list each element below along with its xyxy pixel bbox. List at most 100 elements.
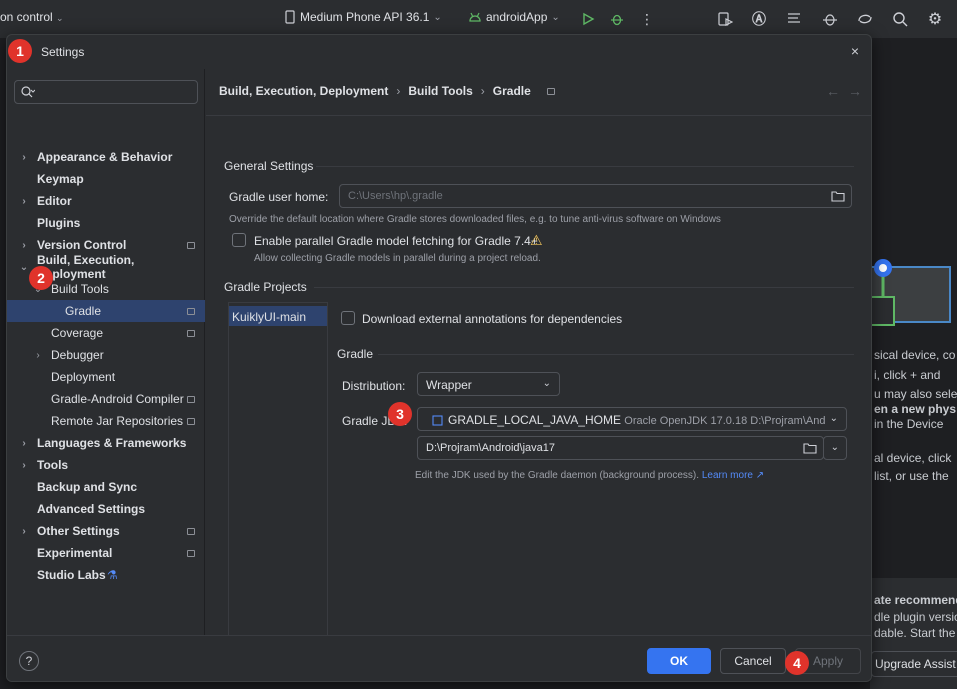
sidebar-item-tools[interactable]: › Tools (7, 454, 205, 476)
gradle-sync-icon[interactable] (854, 8, 876, 30)
cancel-button[interactable]: Cancel (720, 648, 786, 674)
flask-icon: ⚗ (107, 568, 118, 582)
parallel-fetching-checkbox[interactable] (232, 233, 246, 247)
more-actions-icon[interactable]: ⋮ (636, 8, 658, 30)
translate-icon[interactable]: Ⓐ (748, 8, 770, 30)
run-icon[interactable] (577, 8, 599, 30)
learn-more-link[interactable]: Learn more ↗ (702, 470, 764, 481)
gradle-section-title: Gradle (337, 347, 374, 361)
sidebar-item-editor[interactable]: › Editor (7, 190, 205, 212)
sidebar-item-label: Tools (37, 458, 69, 472)
jdk-detail: Oracle OpenJDK 17.0.18 D:\Projram\Androi (624, 415, 838, 427)
device-manager-icon[interactable] (714, 8, 736, 30)
sidebar-item-backup-sync[interactable]: Backup and Sync (7, 476, 205, 498)
sidebar-item-plugins[interactable]: Plugins (7, 212, 205, 234)
search-icon[interactable] (889, 8, 911, 30)
background-text: en a new phys (874, 402, 957, 416)
gear-icon[interactable]: ⚙ (924, 8, 946, 30)
debug-icon[interactable] (606, 8, 628, 30)
parallel-fetching-label: Enable parallel Gradle model fetching fo… (254, 234, 538, 248)
sidebar-item-remote-jar[interactable]: Remote Jar Repositories (7, 410, 205, 432)
sidebar-item-studio-labs[interactable]: Studio Labs ⚗ (7, 564, 205, 586)
sidebar-item-experimental[interactable]: Experimental (7, 542, 205, 564)
sidebar-item-label: Gradle (65, 304, 102, 318)
sidebar-item-coverage[interactable]: Coverage (7, 322, 205, 344)
download-annotations-checkbox[interactable] (341, 311, 355, 325)
project-level-icon (187, 527, 195, 535)
chevron-right-icon: › (22, 195, 26, 207)
sidebar-item-label: Other Settings (37, 524, 120, 538)
section-divider (378, 354, 854, 355)
android-icon (469, 12, 481, 22)
sidebar-item-label: Studio Labs (37, 568, 106, 582)
step-badge: 3 (388, 402, 412, 426)
device-illustration (870, 250, 957, 330)
step-badge: 2 (29, 266, 53, 290)
jdk-path-field[interactable]: D:\Projram\Android\java17 (417, 436, 824, 460)
chevron-right-icon: › (22, 437, 26, 449)
general-settings-title: General Settings (224, 159, 314, 173)
breadcrumb-separator: › (396, 84, 401, 98)
ok-button[interactable]: OK (647, 648, 711, 674)
sidebar-item-keymap[interactable]: Keymap (7, 168, 205, 190)
upgrade-assistant-button[interactable]: Upgrade Assist (871, 651, 957, 677)
background-text: sical device, co (874, 348, 956, 362)
settings-sidebar: › Appearance & Behavior Keymap › Editor … (7, 69, 205, 635)
chevron-down-icon: ⌄ (825, 413, 838, 424)
project-level-icon (187, 417, 195, 425)
sidebar-item-appearance[interactable]: › Appearance & Behavior (7, 146, 205, 168)
version-control-menu[interactable]: on control ⌄ (0, 10, 64, 24)
jdk-path-dropdown[interactable]: ⌄ (823, 436, 847, 460)
chevron-right-icon: › (36, 349, 40, 361)
sidebar-item-gradle-android-compiler[interactable]: Gradle-Android Compiler (7, 388, 205, 410)
close-icon[interactable]: × (847, 43, 863, 59)
sidebar-item-debugger[interactable]: › Debugger (7, 344, 205, 366)
settings-content: Build, Execution, Deployment › Build Too… (206, 69, 871, 655)
breadcrumb-item: Build Tools (408, 84, 473, 98)
distribution-select[interactable]: Wrapper ⌄ (417, 372, 560, 396)
background-text: list, or use the (874, 469, 949, 483)
project-level-icon (187, 307, 195, 315)
sidebar-item-deployment[interactable]: Deployment (7, 366, 205, 388)
gradle-projects-title: Gradle Projects (224, 280, 307, 294)
logcat-icon[interactable] (783, 8, 805, 30)
folder-icon[interactable] (803, 442, 817, 454)
sidebar-item-label: Version Control (37, 238, 127, 252)
gradle-projects-list: KuiklyUI-main (228, 302, 328, 655)
sidebar-item-label: Advanced Settings (37, 502, 146, 516)
sidebar-item-other-settings[interactable]: › Other Settings (7, 520, 205, 542)
project-level-icon (187, 549, 195, 557)
device-selector[interactable]: Medium Phone API 36.1 ⌄ (284, 10, 442, 24)
parallel-fetching-hint: Allow collecting Gradle models in parall… (254, 253, 541, 264)
list-item[interactable]: KuiklyUI-main (229, 306, 327, 326)
sidebar-item-advanced[interactable]: Advanced Settings (7, 498, 205, 520)
help-button[interactable]: ? (19, 651, 39, 671)
sidebar-item-label: Keymap (37, 172, 84, 186)
chevron-right-icon: › (22, 525, 26, 537)
background-panel: sical device, co i, click + and u may al… (870, 38, 957, 689)
sidebar-item-label: Appearance & Behavior (37, 150, 173, 164)
settings-dialog: Settings × › Appearance & Behavior Keyma… (6, 34, 872, 682)
device-label: Medium Phone API 36.1 (300, 10, 430, 24)
notification-title: ate recommend (874, 593, 957, 607)
dialog-footer: ? OK Cancel Apply (7, 635, 871, 681)
run-config-label: androidApp (486, 10, 548, 24)
gradle-user-home-field[interactable]: C:\Users\hp\.gradle (339, 184, 852, 208)
back-arrow-icon[interactable]: ← (826, 83, 840, 99)
gradle-jdk-select[interactable]: GRADLE_LOCAL_JAVA_HOME Oracle OpenJDK 17… (417, 407, 847, 431)
sidebar-item-label: Deployment (51, 370, 116, 384)
folder-icon[interactable] (831, 190, 845, 202)
download-annotations-label: Download external annotations for depend… (362, 312, 623, 326)
settings-search-input[interactable] (14, 80, 198, 104)
chevron-right-icon: › (22, 239, 26, 251)
jdk-folder-icon (432, 415, 443, 426)
gradle-user-home-label: Gradle user home: (229, 190, 329, 204)
run-config-selector[interactable]: androidApp ⌄ (468, 10, 560, 24)
forward-arrow-icon[interactable]: → (848, 83, 862, 99)
distribution-value: Wrapper (426, 378, 472, 392)
sidebar-item-gradle[interactable]: Gradle (7, 300, 205, 322)
bug-report-icon[interactable] (819, 8, 841, 30)
sidebar-item-label: Build, Execution, Deployment (37, 253, 135, 281)
step-badge: 4 (785, 651, 809, 675)
sidebar-item-languages[interactable]: › Languages & Frameworks (7, 432, 205, 454)
